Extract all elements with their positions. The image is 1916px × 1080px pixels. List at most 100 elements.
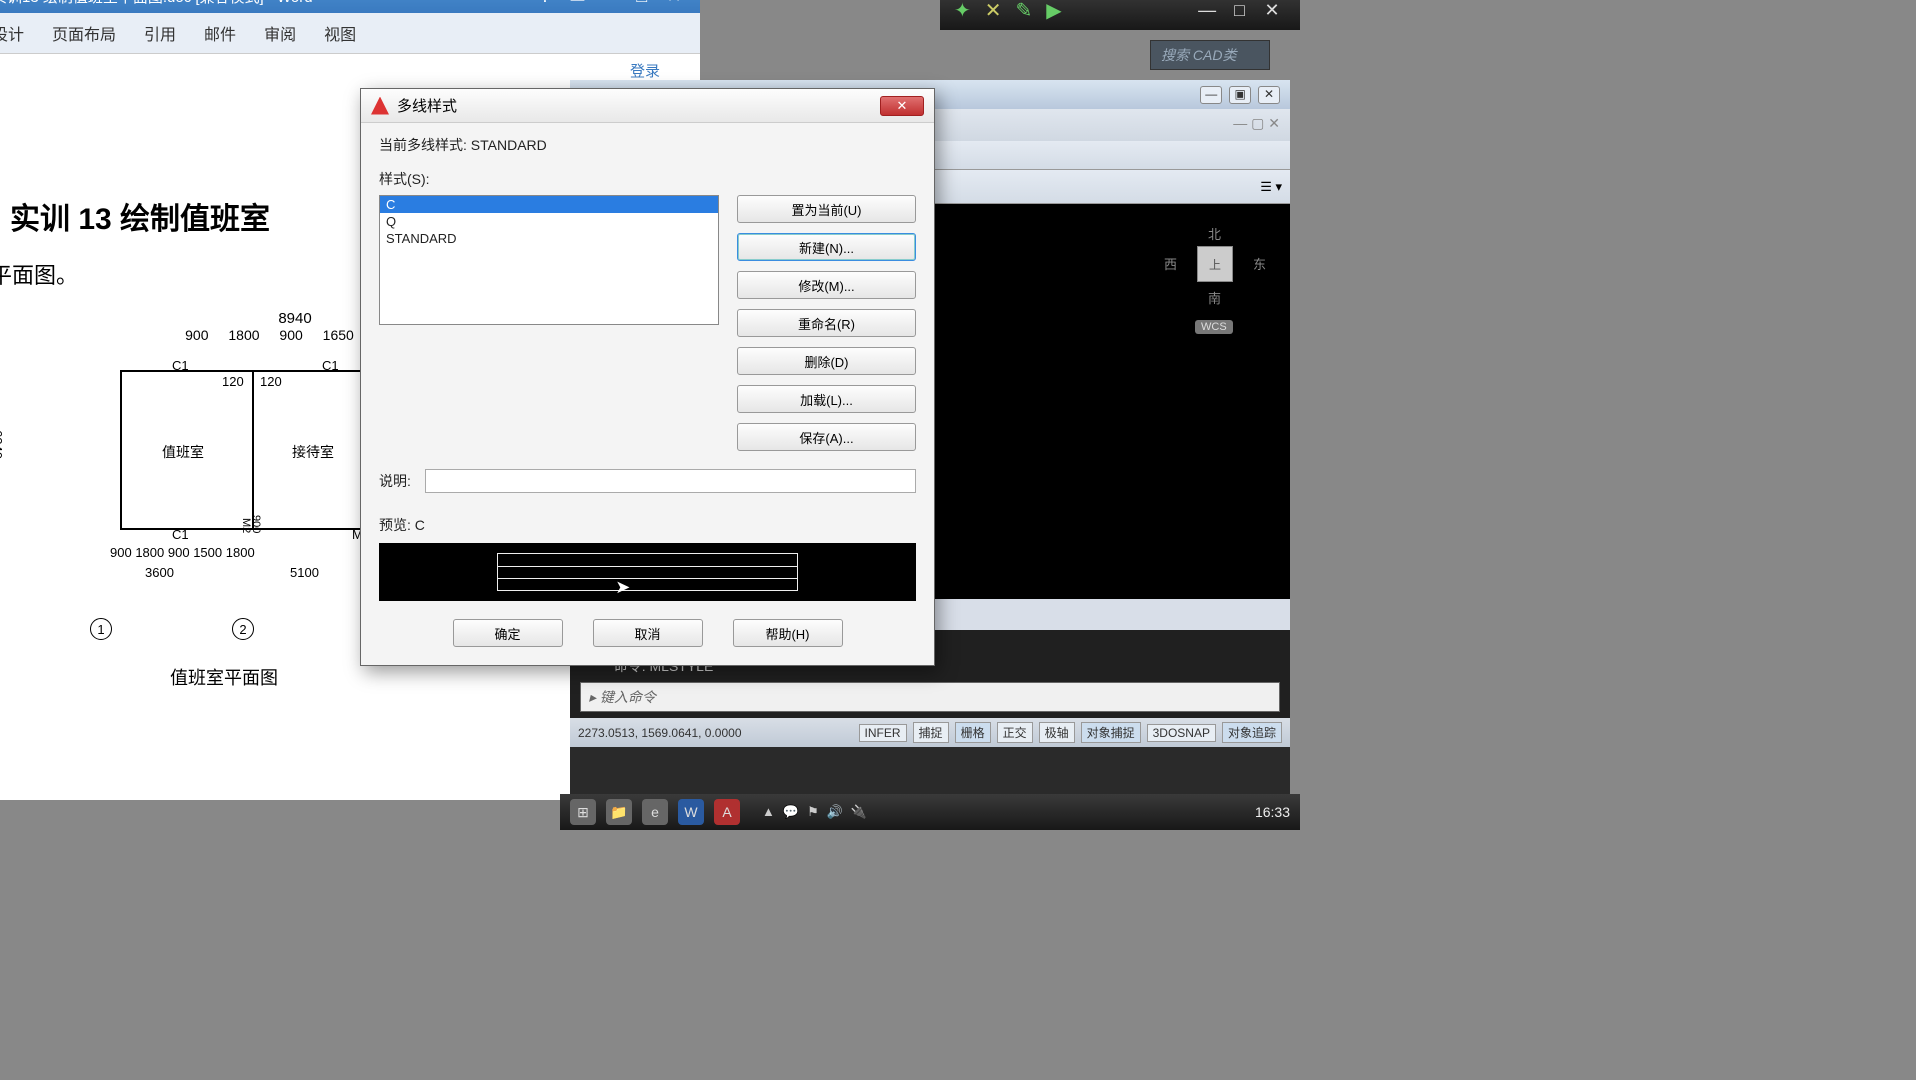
help-button[interactable]: 帮助(H) xyxy=(733,619,843,647)
dim-seg: 900 xyxy=(168,545,190,560)
ribbon-toggle-icon[interactable]: ▭ xyxy=(563,0,591,7)
cad-statusbar: 2273.0513, 1569.0641, 0.0000 INFER 捕捉 栅格… xyxy=(570,718,1290,747)
room-label: 接待室 xyxy=(292,442,334,462)
list-item[interactable]: STANDARD xyxy=(380,230,718,247)
network-icon[interactable]: 🔌 xyxy=(851,804,867,820)
viewcube-east[interactable]: 东 xyxy=(1253,254,1266,273)
tab-references[interactable]: 引用 xyxy=(144,21,176,45)
word-window-controls: ? ▭ — □ ✕ xyxy=(531,0,688,7)
status-toggle[interactable]: 对象追踪 xyxy=(1222,722,1282,743)
cmd-input[interactable]: ▸ 键入命令 xyxy=(580,682,1280,712)
status-toggle[interactable]: 捕捉 xyxy=(913,722,949,743)
dim-seg: 1800 xyxy=(220,327,267,343)
dim-seg: 1500 xyxy=(193,545,222,560)
modify-button[interactable]: 修改(M)... xyxy=(737,271,916,299)
restore-icon[interactable]: ▣ xyxy=(1229,86,1251,104)
cmd-placeholder: 键入命令 xyxy=(600,689,656,705)
minimize-icon[interactable]: — xyxy=(596,0,624,7)
figure-caption: 值班室平面图 xyxy=(170,664,278,690)
cad-search-box[interactable]: 搜索 CAD类 xyxy=(1150,40,1270,70)
play-icon[interactable]: ▶ xyxy=(1046,0,1061,23)
save-button[interactable]: 保存(A)... xyxy=(737,423,916,451)
new-button[interactable]: 新建(N)... xyxy=(737,233,916,261)
tab-review[interactable]: 审阅 xyxy=(264,21,296,45)
app-quickaccess-bar: ✦ ✕ ✎ ▶ — □ ✕ xyxy=(940,0,1300,30)
status-toggle[interactable]: 3DOSNAP xyxy=(1147,724,1216,742)
viewcube-top[interactable]: 上 xyxy=(1197,246,1233,282)
status-toggle[interactable]: INFER xyxy=(859,724,907,742)
dim-seg: 900 xyxy=(271,327,310,343)
autocad-logo-icon xyxy=(371,97,389,115)
cursor-icon: ➤ xyxy=(615,577,630,598)
tray-icon[interactable]: ▲ xyxy=(762,804,775,820)
dialog-title-text: 多线样式 xyxy=(397,95,457,116)
list-item[interactable]: Q xyxy=(380,213,718,230)
dim-120: 120 xyxy=(260,374,282,389)
dialog-button-column: 置为当前(U) 新建(N)... 修改(M)... 重命名(R) 删除(D) 加… xyxy=(737,195,916,451)
minimize-icon[interactable]: — xyxy=(1193,0,1221,21)
cancel-button[interactable]: 取消 xyxy=(593,619,703,647)
wrench-icon[interactable]: ✕ xyxy=(985,0,1002,23)
close-icon[interactable]: ✕ xyxy=(660,0,688,7)
sign-in-link[interactable]: 登录 xyxy=(630,60,660,81)
autocad-taskbar-icon[interactable]: A xyxy=(714,799,740,825)
viewcube-south[interactable]: 南 xyxy=(1208,288,1221,307)
layer-manager-icon[interactable]: ☰ ▾ xyxy=(1260,179,1282,195)
word-title-text: 实训13 绘制值班室平面图.doc [兼容模式] - Word xyxy=(0,0,313,7)
status-toggle[interactable]: 正交 xyxy=(997,722,1033,743)
close-icon[interactable]: ✕ xyxy=(1258,0,1286,21)
window-controls: — □ ✕ xyxy=(1193,0,1286,21)
volume-icon[interactable]: 🔊 xyxy=(827,804,843,820)
status-toggle[interactable]: 极轴 xyxy=(1039,722,1075,743)
minimize-icon[interactable]: — xyxy=(1200,86,1222,104)
viewcube[interactable]: 北 西 东 南 上 WCS xyxy=(1170,214,1260,334)
tab-mailings[interactable]: 邮件 xyxy=(204,21,236,45)
ok-button[interactable]: 确定 xyxy=(453,619,563,647)
flag-icon[interactable]: ⚑ xyxy=(807,804,819,820)
label-c1: C1 xyxy=(322,358,339,373)
delete-button[interactable]: 删除(D) xyxy=(737,347,916,375)
maximize-icon[interactable]: □ xyxy=(628,0,656,7)
description-input[interactable] xyxy=(425,469,916,493)
chat-icon[interactable]: 💬 xyxy=(783,804,799,820)
load-button[interactable]: 加载(L)... xyxy=(737,385,916,413)
start-button[interactable]: ⊞ xyxy=(570,799,596,825)
status-toggle[interactable]: 对象捕捉 xyxy=(1081,722,1141,743)
menu-more-icon[interactable]: — ▢ ✕ xyxy=(1233,115,1280,135)
word-taskbar-icon[interactable]: W xyxy=(678,799,704,825)
tool-icon[interactable]: ✦ xyxy=(954,0,971,23)
wcs-label[interactable]: WCS xyxy=(1195,320,1233,334)
rename-button[interactable]: 重命名(R) xyxy=(737,309,916,337)
wall-divider xyxy=(252,372,254,528)
windows-taskbar: ⊞ 📁 e W A ▲ 💬 ⚑ 🔊 🔌 16:33 xyxy=(560,794,1300,830)
brush-icon[interactable]: ✎ xyxy=(1016,0,1033,23)
dim-seg: 900 xyxy=(177,327,216,343)
close-icon[interactable]: ✕ xyxy=(1258,86,1280,104)
maximize-icon[interactable]: □ xyxy=(1226,0,1254,21)
explorer-icon[interactable]: 📁 xyxy=(606,799,632,825)
preview-lines xyxy=(497,553,798,591)
dim-900: 900 xyxy=(250,515,262,533)
word-titlebar: 实训13 绘制值班室平面图.doc [兼容模式] - Word ? ▭ — □ … xyxy=(0,0,700,13)
dim-seg: 1800 xyxy=(226,545,255,560)
viewcube-west[interactable]: 西 xyxy=(1164,254,1177,273)
word-ribbon-tabs: 设计 页面布局 引用 邮件 审阅 视图 xyxy=(0,13,700,54)
current-style-label: 当前多线样式: STANDARD xyxy=(379,135,916,155)
tab-view[interactable]: 视图 xyxy=(324,21,356,45)
styles-listbox[interactable]: C Q STANDARD xyxy=(379,195,719,325)
description-label: 说明: xyxy=(379,471,411,491)
dialog-close-button[interactable]: ✕ xyxy=(880,96,924,116)
taskbar-clock[interactable]: 16:33 xyxy=(1255,804,1290,820)
preview-panel: ➤ xyxy=(379,543,916,601)
cad-mdi-controls: — ▣ ✕ xyxy=(1197,85,1280,104)
help-icon[interactable]: ? xyxy=(531,0,559,7)
tab-design[interactable]: 设计 xyxy=(0,21,24,45)
browser-icon[interactable]: e xyxy=(642,799,668,825)
set-current-button[interactable]: 置为当前(U) xyxy=(737,195,916,223)
status-toggle[interactable]: 栅格 xyxy=(955,722,991,743)
dim-seg: 1800 xyxy=(135,545,164,560)
viewcube-north[interactable]: 北 xyxy=(1208,224,1221,243)
dialog-titlebar[interactable]: 多线样式 ✕ xyxy=(361,89,934,123)
list-item[interactable]: C xyxy=(380,196,718,213)
tab-layout[interactable]: 页面布局 xyxy=(52,21,116,45)
